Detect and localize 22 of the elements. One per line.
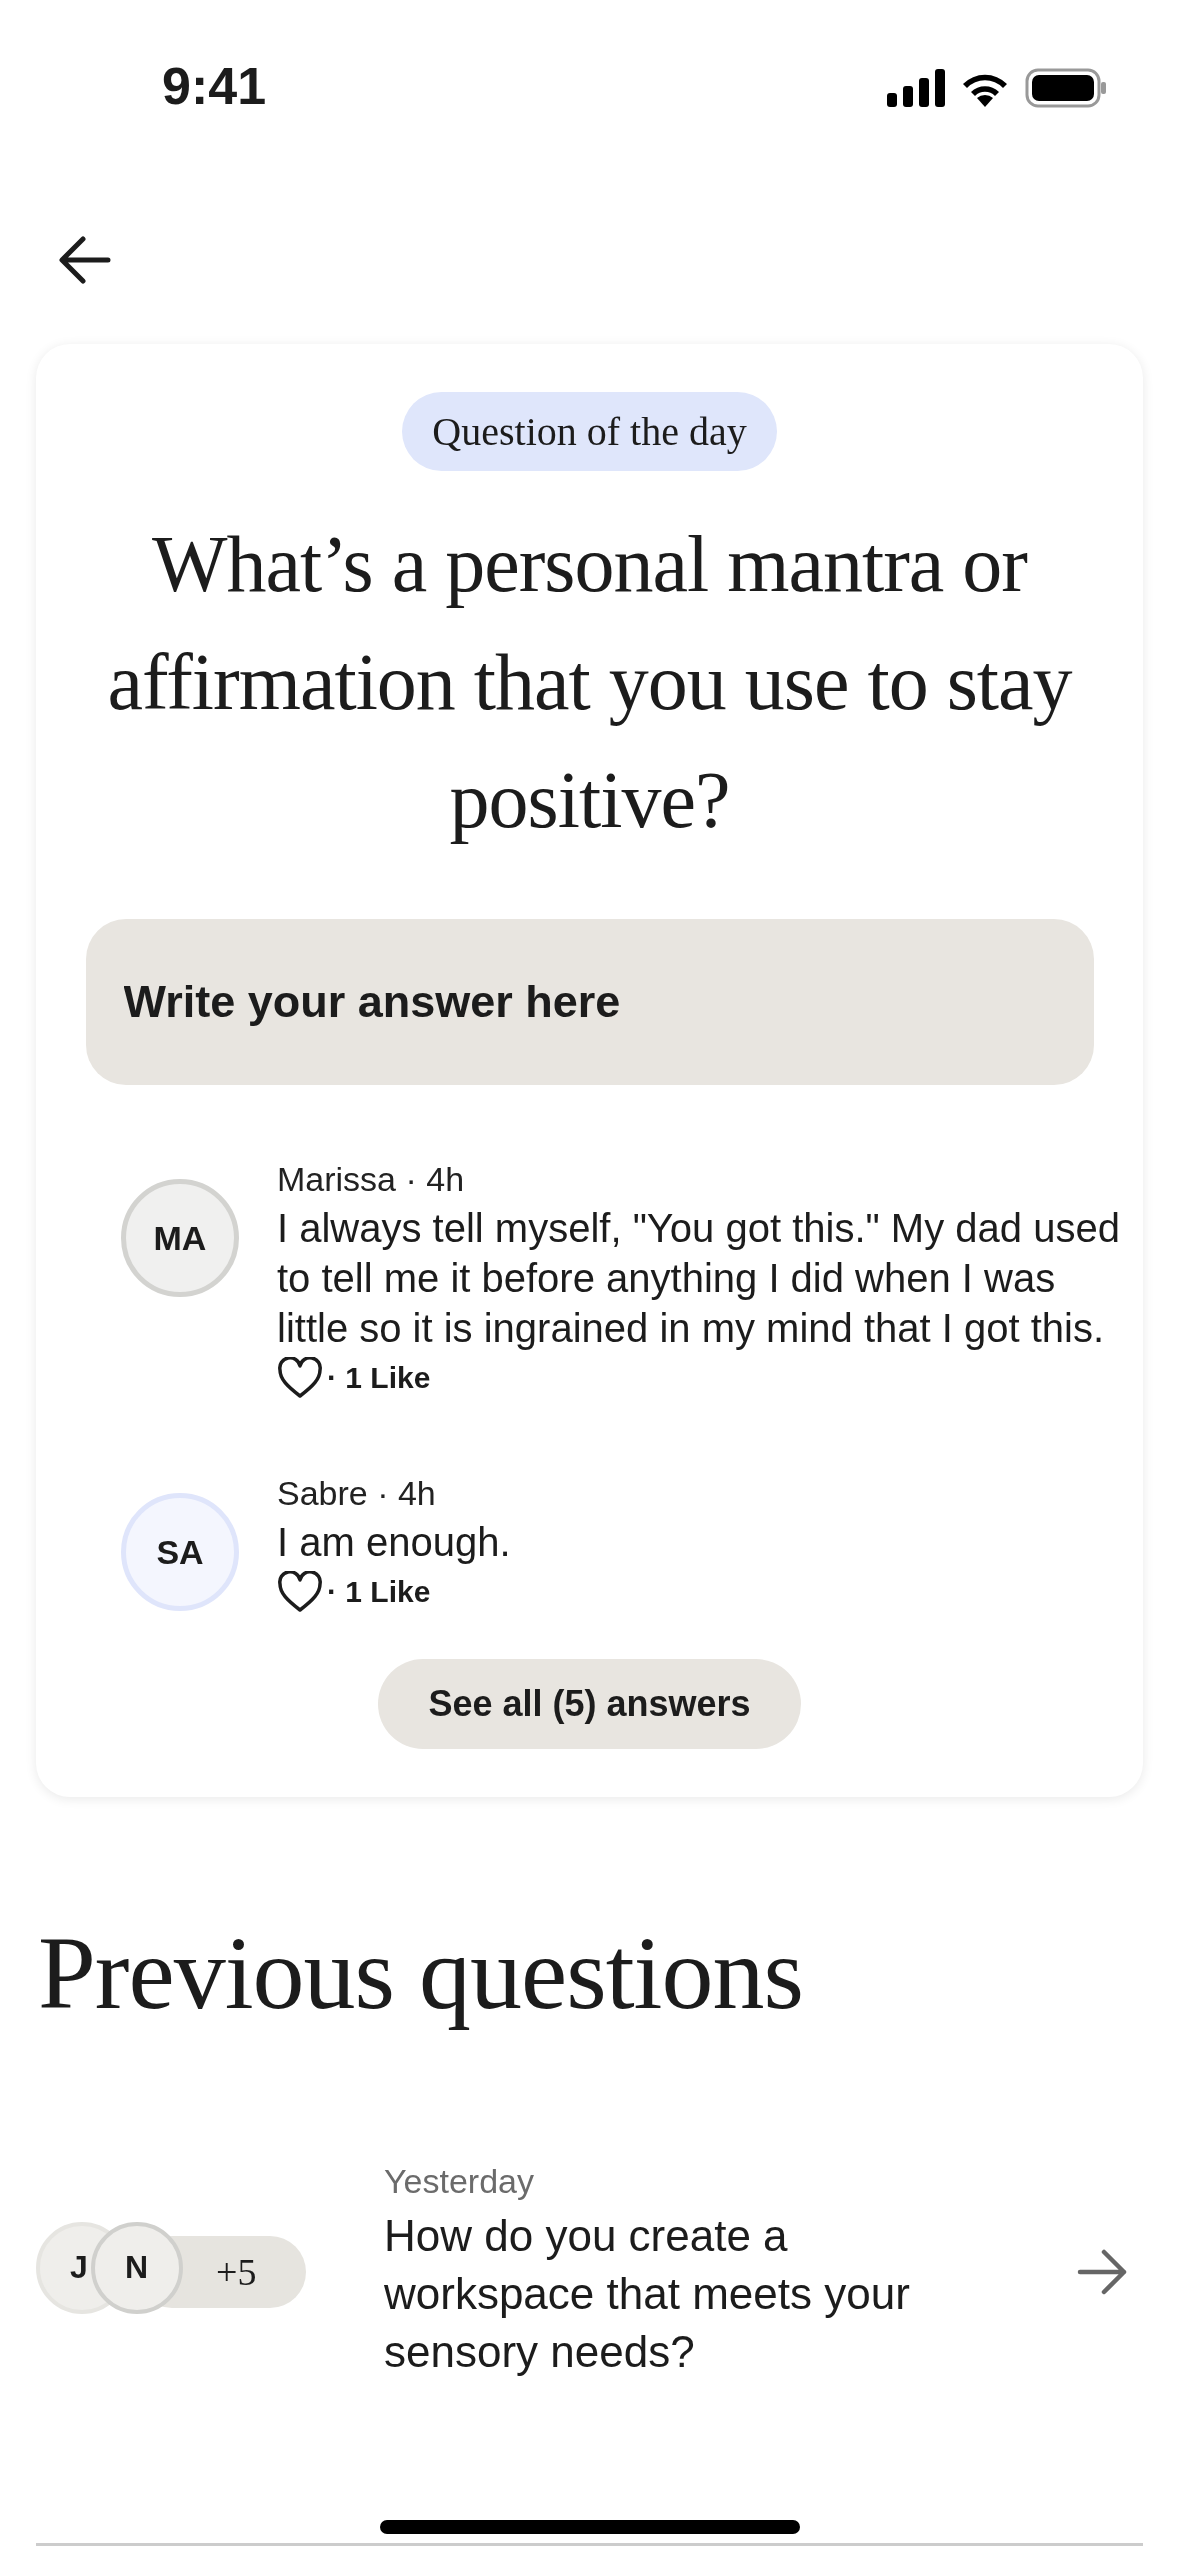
answer-meta: Marissa · 4h <box>277 1159 466 1200</box>
signal-icon <box>887 69 945 107</box>
question-date: Yesterday <box>384 2162 535 2201</box>
avatar: N <box>91 2221 183 2314</box>
answer-text: I always tell myself, "You got this." My dad used to tell me it before anything I did when I was little so it is ingrained in my mind that I got this. <box>277 1205 1121 1352</box>
question-title: What’s a personal mantra or affirmation that you use to stay positive? <box>106 519 1074 846</box>
answer-meta: Sabre · 4h <box>277 1473 437 1514</box>
avatar: SA <box>121 1493 239 1611</box>
question-text[interactable]: How do you create a workspace that meets your sensory needs? <box>384 2207 1004 2381</box>
heart-icon[interactable] <box>277 1571 323 1613</box>
back-arrow-icon[interactable] <box>58 235 112 285</box>
heart-icon[interactable] <box>277 1357 323 1399</box>
section-title: Previous questions <box>38 1914 804 2032</box>
status-time: 9:41 <box>162 56 267 116</box>
answer-field[interactable]: Write your answer here <box>85 919 1094 1085</box>
see-all-button[interactable]: See all (5) answers <box>378 1659 801 1749</box>
like-count: · 1 Like <box>327 1575 431 1609</box>
question-badge: Question of the day <box>402 392 777 471</box>
battery-icon <box>1025 68 1107 108</box>
avatar: MA <box>121 1179 239 1297</box>
answer-text: I am enough. <box>277 1519 512 1566</box>
like-count: · 1 Like <box>327 1361 431 1395</box>
